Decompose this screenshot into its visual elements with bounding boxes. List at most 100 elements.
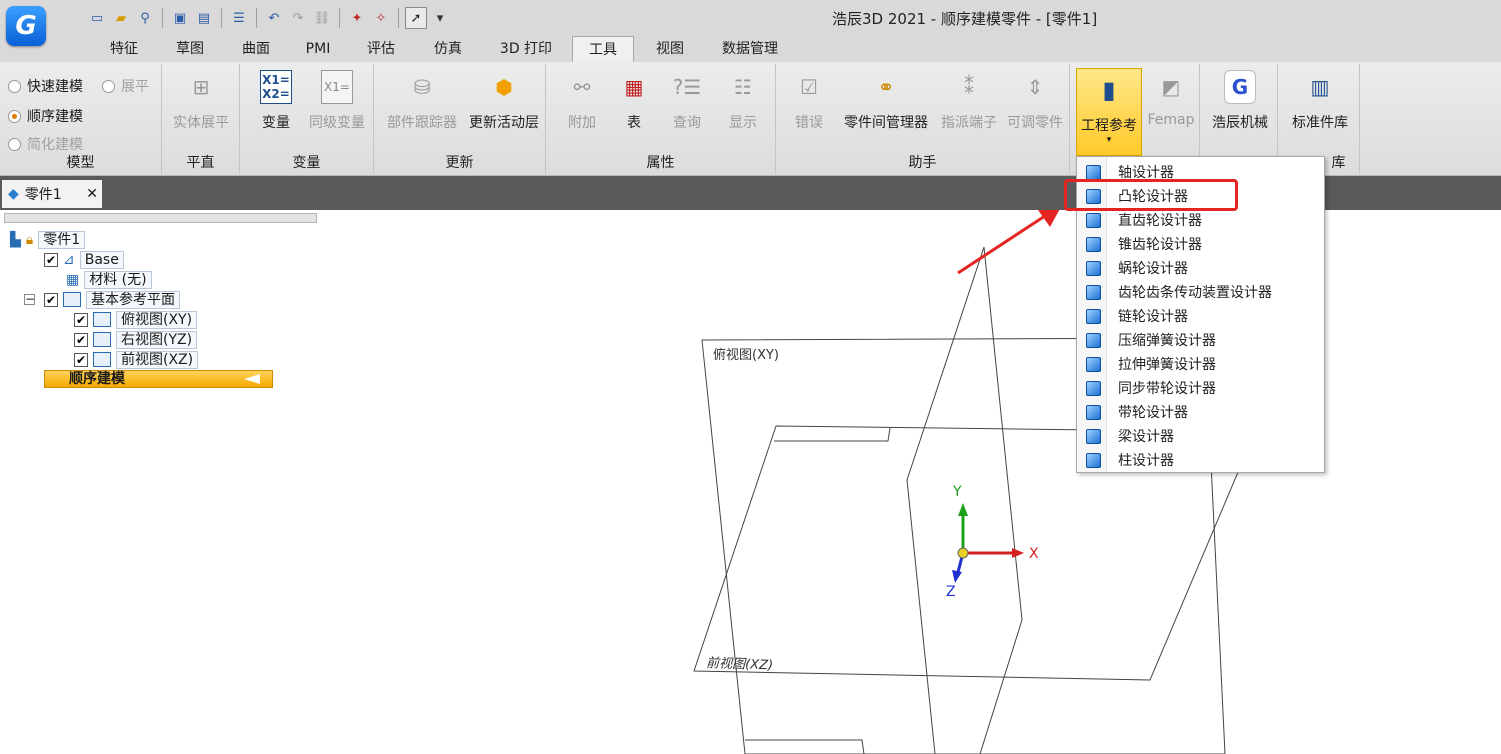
gc-machinery-button[interactable]: G 浩辰机械 [1204,70,1276,132]
menu-item-compression-spring-designer[interactable]: 压缩弹簧设计器 [1077,328,1324,352]
button-label: 显示 [729,115,757,131]
plane-icon [93,352,111,367]
radio-quick-model[interactable]: 快速建模 [8,76,83,96]
ribbon-tabs: 特征 草图 曲面 PMI 评估 仿真 3D 打印 工具 视图 数据管理 [0,36,1501,62]
menu-item-label: 齿轮齿条传动装置设计器 [1118,285,1272,301]
assign-terminals-button[interactable]: ⁑ 指派端子 [934,70,1004,132]
radio-sequential-model[interactable]: 顺序建模 [8,106,83,126]
save-icon[interactable]: ▣ [169,7,191,29]
x-axis-arrow [1012,548,1024,558]
sibling-variables-button[interactable]: X1= 同级变量 [302,70,372,132]
tab-evaluate[interactable]: 评估 [352,36,410,62]
tree-item-refplanes[interactable]: − ✔ 基本参考平面 [24,290,180,309]
sequential-modeling-node[interactable]: 顺序建模 [44,370,273,388]
tab-sketch[interactable]: 草图 [162,36,218,62]
tree-root[interactable]: ▙ 🔒︎ 零件1 [10,230,86,249]
saveas-icon[interactable]: ▤ [193,7,215,29]
menu-item-worm-gear-designer[interactable]: 蜗轮设计器 [1077,256,1324,280]
app-logo[interactable]: G [6,6,46,46]
rollback-arrow-icon[interactable] [244,374,260,384]
select-icon[interactable]: ➚ [405,7,427,29]
dropdown-arrow-icon: ▾ [1106,135,1112,145]
menu-item-label: 拉伸弹簧设计器 [1118,357,1216,373]
zoom-icon[interactable]: ⚲ [134,7,156,29]
menu-item-beam-designer[interactable]: 梁设计器 [1077,424,1324,448]
timing-pulley-icon [1086,380,1101,396]
tab-simulate[interactable]: 仿真 [420,36,476,62]
plane-xz-label: 前视图(XZ) [706,656,773,673]
tree-item-right-plane[interactable]: ✔ 右视图(YZ) [74,330,198,349]
femap-button[interactable]: ◩ Femap [1144,70,1198,128]
update-active-layer-button[interactable]: ⬢ 更新活动层 [464,70,544,132]
tab-view[interactable]: 视图 [642,36,698,62]
undo-icon[interactable]: ↶ [263,7,285,29]
standard-parts-button[interactable]: ▥ 标准件库 [1282,70,1358,132]
link-icon[interactable]: ⛓ [311,7,333,29]
femap-icon: ◩ [1161,75,1181,99]
checkbox[interactable]: ✔ [44,292,58,307]
document-tab[interactable]: ◆ 零件1 ✕ [2,180,102,208]
new-icon[interactable]: ▭ [86,7,108,29]
menu-item-spur-gear-designer[interactable]: 直齿轮设计器 [1077,208,1324,232]
open-icon[interactable]: ▰ [110,7,132,29]
menu-item-extension-spring-designer[interactable]: 拉伸弹簧设计器 [1077,352,1324,376]
bevel-gear-icon [1086,236,1101,252]
tree-scroll-handle[interactable] [4,213,317,223]
checkbox[interactable]: ✔ [74,332,88,347]
tree-item-front-plane[interactable]: ✔ 前视图(XZ) [74,350,199,369]
checkbox[interactable]: ✔ [74,352,88,367]
tab-data-management[interactable]: 数据管理 [708,36,792,62]
y-axis-arrow [958,503,968,516]
menu-item-rack-pinion-designer[interactable]: 齿轮齿条传动装置设计器 [1077,280,1324,304]
adjustable-part-button[interactable]: ⇕ 可调零件 [1002,70,1068,132]
group-label: 属性 [646,155,675,171]
engineering-reference-icon: ▮ [1102,76,1116,104]
display-button[interactable]: ☷ 显示 [716,70,770,132]
plane-icon [63,292,81,307]
tab-pmi[interactable]: PMI [294,36,342,62]
tab-surface[interactable]: 曲面 [228,36,284,62]
collapse-icon[interactable]: − [24,293,35,305]
interpart-manager-button[interactable]: ⚭ 零件间管理器 [838,70,934,132]
menu-item-label: 柱设计器 [1118,453,1174,469]
tab-3d-print[interactable]: 3D 打印 [486,36,566,62]
menu-item-bevel-gear-designer[interactable]: 锥齿轮设计器 [1077,232,1324,256]
errors-button[interactable]: ☑ 错误 [782,70,836,132]
tree-item-base[interactable]: ✔ ⊿ Base [44,250,124,269]
redo-icon[interactable]: ↷ [287,7,309,29]
tool-b-icon[interactable]: ✧ [370,7,392,29]
tab-tools[interactable]: 工具 [572,36,634,62]
engineering-reference-button[interactable]: ▮ 工程参考 ▾ [1076,68,1142,156]
radio-label: 简化建模 [27,137,83,153]
menu-item-timing-pulley-designer[interactable]: 同步带轮设计器 [1077,376,1324,400]
variables-button[interactable]: X1= X2= 变量 [248,70,304,132]
terminals-icon: ⁑ [964,75,974,99]
table-icon: ▦ [624,75,644,99]
button-label: 更新活动层 [469,115,539,131]
close-icon[interactable]: ✕ [86,186,98,202]
query-button[interactable]: ?☰ 查询 [660,70,714,132]
radio-simplified-model[interactable]: 简化建模 [8,134,83,154]
tree-item-top-plane[interactable]: ✔ 俯视图(XY) [74,310,198,329]
properties-icon[interactable]: ☰ [228,7,250,29]
part-tracker-button[interactable]: ⛁ 部件跟踪器 [382,70,462,132]
menu-item-column-designer[interactable]: 柱设计器 [1077,448,1324,472]
attach-button[interactable]: ⚯ 附加 [556,70,608,132]
menu-item-sprocket-designer[interactable]: 链轮设计器 [1077,304,1324,328]
customize-qat-icon[interactable]: ▾ [429,7,451,29]
checkbox[interactable]: ✔ [74,312,88,327]
tree-item-label: 前视图(XZ) [116,350,199,369]
checkbox[interactable]: ✔ [44,252,58,267]
solid-flatten-button[interactable]: ⊞ 实体展平 [162,70,240,132]
radio-flatten[interactable]: 展平 [102,76,149,96]
tree-item-label: 基本参考平面 [86,290,180,309]
tab-features[interactable]: 特征 [96,36,152,62]
menu-item-label: 链轮设计器 [1118,309,1188,325]
tree-item-material[interactable]: ▦ 材料 (无) [66,270,152,289]
table-button[interactable]: ▦ 表 [610,70,658,132]
menu-item-pulley-designer[interactable]: 带轮设计器 [1077,400,1324,424]
tool-a-icon[interactable]: ✦ [346,7,368,29]
adjustable-part-icon: ⇕ [1026,75,1044,99]
group-properties: ⚯ 附加 ▦ 表 ?☰ 查询 ☷ 显示 属性 [546,64,776,174]
compression-spring-icon [1086,332,1101,348]
